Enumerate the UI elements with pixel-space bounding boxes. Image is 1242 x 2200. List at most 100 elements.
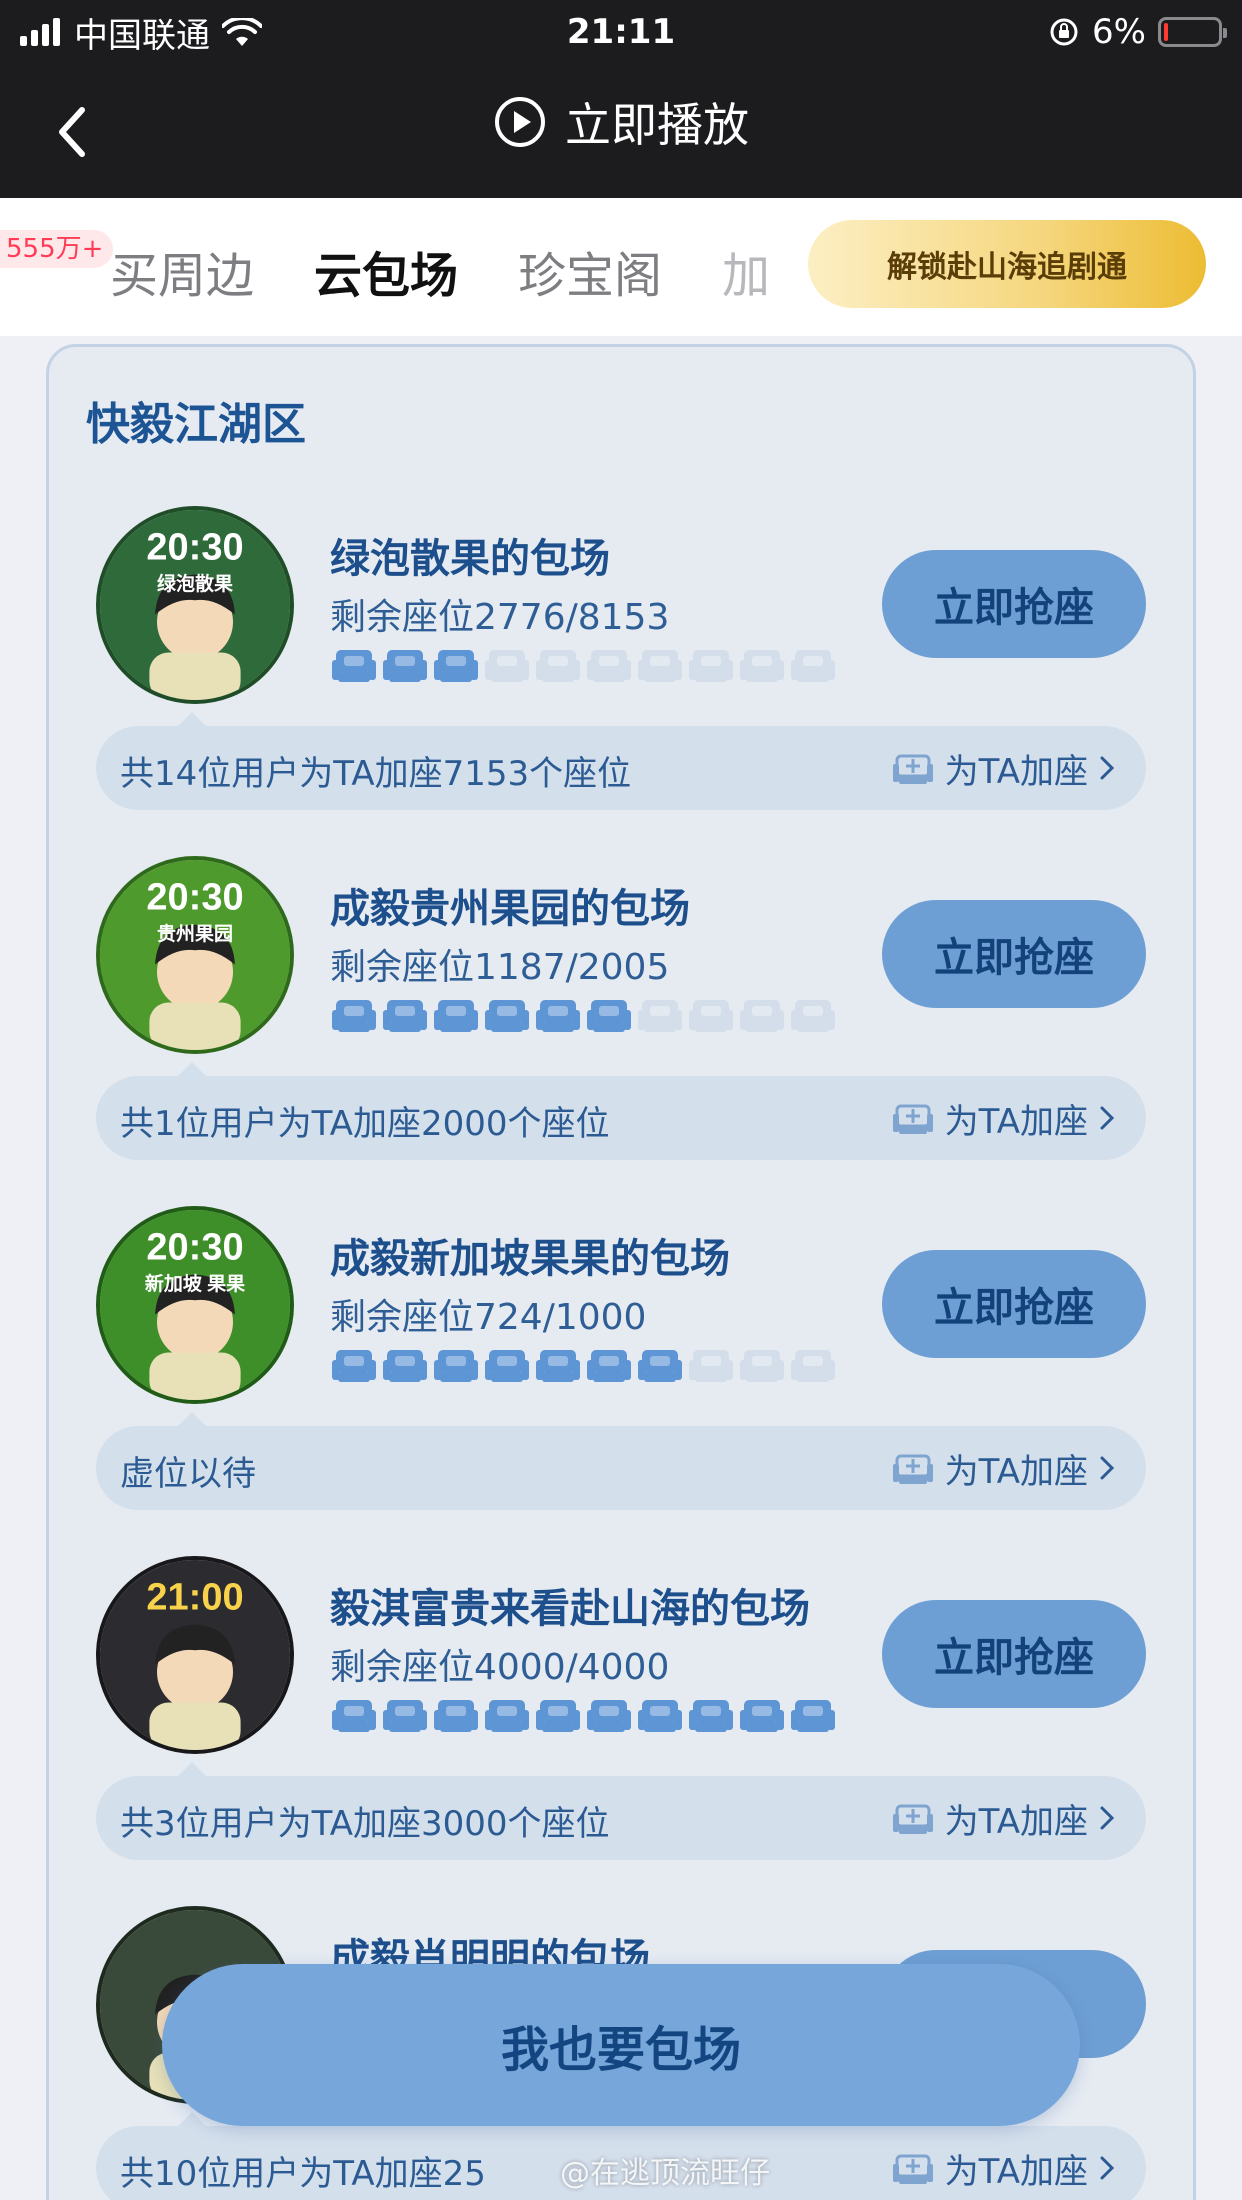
seat-icon: [587, 646, 631, 686]
remaining-seats: 剩余座位2776/8153: [330, 597, 670, 638]
add-seat-label: 为TA加座: [944, 1801, 1088, 1842]
seat-bar: [332, 646, 838, 688]
add-seat-icon: [892, 1804, 933, 1834]
seat-icon: [383, 996, 427, 1036]
grab-seat-button[interactable]: 立即抢座: [882, 1250, 1146, 1358]
seat-bar: [332, 996, 838, 1038]
grab-seat-button[interactable]: 立即抢座: [882, 550, 1146, 658]
support-text: 虚位以待: [120, 1454, 256, 1494]
carrier-name: 中国联通: [74, 15, 210, 56]
grab-seat-button[interactable]: 立即抢座: [882, 1600, 1146, 1708]
screening-entry: 20:30 绿泡散果 绿泡散果的包场 剩余座位2776/8153 立即抢座 共14位用户为…: [0, 506, 1242, 810]
tab-treasure[interactable]: 珍宝阁: [518, 236, 662, 306]
add-seat-label: 为TA加座: [944, 1101, 1088, 1142]
create-screening-button[interactable]: 我也要包场: [162, 1964, 1080, 2126]
support-text: 共1位用户为TA加座2000个座位: [120, 1104, 610, 1144]
seat-icon: [485, 996, 529, 1036]
seat-icon: [383, 646, 427, 686]
chevron-right-icon: [1100, 2156, 1115, 2180]
seat-icon: [332, 646, 376, 686]
seat-icon: [587, 996, 631, 1036]
seat-icon: [485, 1696, 529, 1736]
seat-icon: [536, 996, 580, 1036]
add-seat-label: 为TA加座: [944, 2151, 1088, 2192]
seat-icon: [536, 646, 580, 686]
remaining-seats: 剩余座位1187/2005: [330, 947, 670, 988]
unlock-pass-button[interactable]: 解锁赴山海追剧通: [808, 220, 1206, 308]
tab-more[interactable]: 加: [722, 236, 768, 306]
add-seat-link[interactable]: 为TA加座: [891, 1440, 1116, 1496]
host-avatar[interactable]: 20:30 贵州果园: [96, 856, 294, 1054]
seat-icon: [434, 1696, 478, 1736]
avatar-caption: 新加坡 果果: [145, 1272, 245, 1295]
avatar-time: 20:30: [146, 1226, 243, 1268]
host-avatar[interactable]: 21:00: [96, 1556, 294, 1754]
battery-percent: 6%: [1092, 12, 1146, 52]
seat-icon: [740, 1696, 784, 1736]
room-title: 成毅贵州果园的包场: [330, 886, 690, 932]
seat-icon: [434, 996, 478, 1036]
status-right: 6%: [1048, 12, 1227, 52]
avatar-time: 20:30: [146, 526, 243, 568]
add-seat-link[interactable]: 为TA加座: [891, 2140, 1116, 2196]
chevron-right-icon: [1100, 1456, 1115, 1480]
wifi-icon: [221, 16, 263, 47]
watermark: @在逃顶流旺仔: [560, 2156, 770, 2191]
seat-bar: [332, 1696, 838, 1738]
seat-icon: [536, 1696, 580, 1736]
add-seat-icon: [892, 754, 933, 784]
support-text: 共14位用户为TA加座7153个座位: [120, 754, 632, 794]
seat-icon: [791, 1346, 835, 1386]
support-bar: 共1位用户为TA加座2000个座位 为TA加座: [96, 1062, 1146, 1160]
room-title: 成毅新加坡果果的包场: [330, 1236, 730, 1282]
support-text: 共10位用户为TA加座25: [120, 2154, 486, 2194]
add-seat-link[interactable]: 为TA加座: [891, 1090, 1116, 1146]
support-bar: 共3位用户为TA加座3000个座位 为TA加座: [96, 1762, 1146, 1860]
host-avatar[interactable]: 20:30 绿泡散果: [96, 506, 294, 704]
screening-entry: 20:30 新加坡 果果 成毅新加坡果果的包场剩余座位724/1000 立即抢座虚位以…: [0, 1206, 1242, 1510]
seat-bar: [332, 1346, 838, 1388]
seat-icon: [791, 1696, 835, 1736]
seat-icon: [587, 1346, 631, 1386]
host-avatar[interactable]: 20:30 新加坡 果果: [96, 1206, 294, 1404]
room-title: 毅淇富贵来看赴山海的包场: [330, 1586, 810, 1632]
add-seat-label: 为TA加座: [944, 1451, 1088, 1492]
seat-icon: [332, 996, 376, 1036]
seat-icon: [434, 1346, 478, 1386]
seat-icon: [383, 1346, 427, 1386]
avatar-caption: 绿泡散果: [157, 572, 233, 595]
seat-icon: [332, 1696, 376, 1736]
add-seat-link[interactable]: 为TA加座: [891, 740, 1116, 796]
seat-icon: [434, 646, 478, 686]
battery-icon: [1158, 17, 1227, 47]
chevron-right-icon: [1100, 1106, 1115, 1130]
play-now-button[interactable]: 立即播放: [0, 90, 1242, 154]
avatar-caption: 贵州果园: [157, 923, 233, 945]
remaining-seats: 剩余座位724/1000: [330, 1297, 647, 1338]
chevron-right-icon: [1100, 756, 1115, 780]
nav-bar: 立即播放: [0, 64, 1242, 198]
add-seat-icon: [892, 1454, 933, 1484]
add-seat-link[interactable]: 为TA加座: [891, 1790, 1116, 1846]
seat-icon: [740, 646, 784, 686]
play-circle-icon: [495, 97, 545, 147]
count-badge: 555万+: [0, 230, 114, 268]
seat-icon: [689, 996, 733, 1036]
seat-icon: [638, 646, 682, 686]
seat-icon: [587, 1696, 631, 1736]
add-seat-icon: [892, 1104, 933, 1134]
tab-merch[interactable]: 买周边: [110, 236, 254, 306]
support-bar: 共14位用户为TA加座7153个座位 为TA加座: [96, 712, 1146, 810]
rotation-lock-icon: [1048, 16, 1080, 48]
zone-title: 快毅江湖区: [86, 399, 306, 450]
remaining-seats: 剩余座位4000/4000: [330, 1647, 670, 1688]
tab-cloud-screening[interactable]: 云包场: [314, 236, 458, 306]
page-title: 立即播放: [565, 98, 749, 152]
add-seat-label: 为TA加座: [944, 751, 1088, 792]
status-bar: 中国联通 21:11 6%: [0, 0, 1242, 64]
seat-icon: [536, 1346, 580, 1386]
app-root: 中国联通 21:11 6% 立即播放 555万+ 买周边 云包场 珍宝阁 加 解…: [0, 0, 1242, 2200]
grab-seat-button[interactable]: 立即抢座: [882, 900, 1146, 1008]
seat-icon: [689, 646, 733, 686]
seat-icon: [791, 646, 835, 686]
